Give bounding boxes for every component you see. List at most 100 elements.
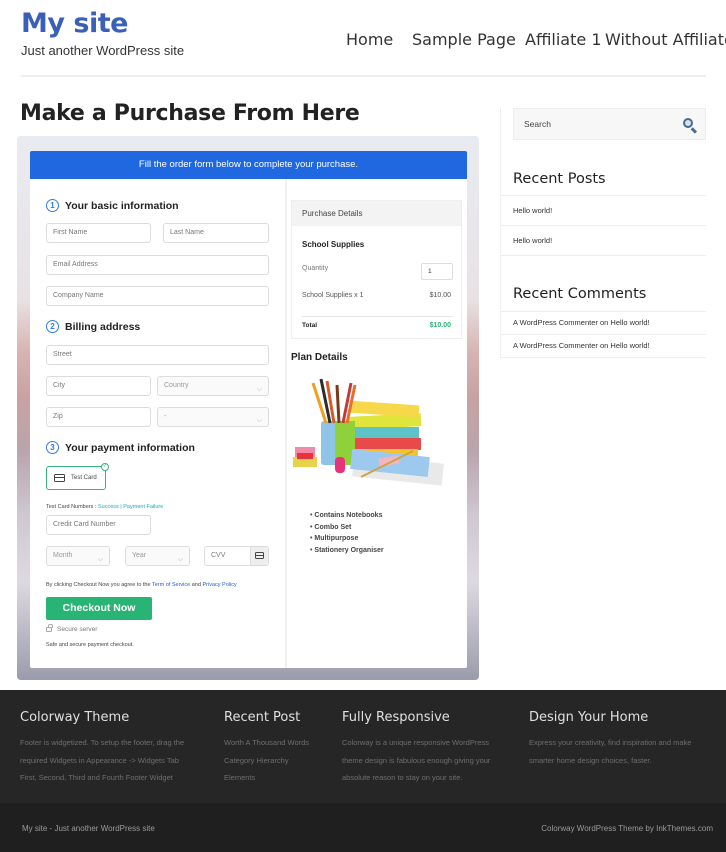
page-title: Make a Purchase From Here xyxy=(20,101,360,126)
cvv-card-icon-box xyxy=(250,547,268,565)
plan-features-list: Contains Notebooks Combo Set Multipurpos… xyxy=(310,512,384,559)
first-name-field[interactable]: First Name xyxy=(46,223,151,243)
chevron-down-icon: ⌵ xyxy=(97,556,103,563)
recent-post-item[interactable]: Hello world! xyxy=(500,195,706,225)
company-field[interactable]: Company Name xyxy=(46,286,269,306)
street-field[interactable]: Street xyxy=(46,345,269,365)
secure-server-text: Secure server xyxy=(57,626,98,633)
check-icon: ✓ xyxy=(101,463,109,471)
terms-link[interactable]: Term of Service xyxy=(152,582,190,588)
month-select[interactable]: Month ⌵ xyxy=(46,546,110,566)
footer-col-title: Fully Responsive xyxy=(342,710,450,725)
footer-site-credit[interactable]: My site - Just another WordPress site xyxy=(22,824,155,833)
total-label: Total xyxy=(302,322,318,329)
test-failure-link[interactable]: Payment Failure xyxy=(123,504,163,510)
footer-bottom-bar: My site - Just another WordPress site Co… xyxy=(0,803,726,852)
footer-line: Colorway is a unique responsive WordPres… xyxy=(342,738,490,747)
chevron-down-icon: ⌵ xyxy=(256,386,262,393)
footer-link[interactable]: Worth A Thousand Words xyxy=(224,734,309,752)
recent-comment-item[interactable]: A WordPress Commenter on Hello world! xyxy=(500,334,706,357)
footer-col-links: Worth A Thousand Words Category Hierarch… xyxy=(224,734,309,787)
footer-col-title: Design Your Home xyxy=(529,710,649,725)
column-divider xyxy=(285,179,287,668)
recent-comment-item[interactable]: A WordPress Commenter on Hello world! xyxy=(500,311,706,334)
footer-line: First, Second, Third and Fourth Footer W… xyxy=(20,773,173,782)
zip-field[interactable]: Zip xyxy=(46,407,151,427)
feature-item: Stationery Organiser xyxy=(310,547,383,559)
school-supplies-image xyxy=(293,378,444,486)
form-banner: Fill the order form below to complete yo… xyxy=(30,151,467,179)
credit-card-icon xyxy=(255,552,264,559)
terms-text: By clicking Checkout Now you agree to th… xyxy=(46,582,237,588)
footer-link[interactable]: Category Hierarchy xyxy=(224,752,309,770)
nav-item-without-affiliate[interactable]: Without Affiliate xyxy=(605,30,726,49)
recent-post-item[interactable]: Hello world! xyxy=(500,225,706,255)
step-number-icon: 2 xyxy=(46,320,59,333)
footer-col-text: Express your creativity, find inspiratio… xyxy=(529,734,691,769)
lock-icon xyxy=(46,624,53,632)
quantity-label: Quantity xyxy=(302,265,329,272)
footer-line: theme design is fabulous enough giving y… xyxy=(342,755,491,765)
credit-card-icon xyxy=(54,474,65,482)
step-number-icon: 1 xyxy=(46,199,59,212)
footer-line: absolute reason to stay on your site. xyxy=(342,773,463,782)
search-placeholder: Search xyxy=(524,119,551,129)
chevron-down-icon: ⌵ xyxy=(177,556,183,563)
search-input[interactable]: Search xyxy=(513,108,706,140)
cvv-placeholder: CVV xyxy=(211,552,226,559)
privacy-link[interactable]: Privacy Policy xyxy=(202,582,236,588)
terms-and: and xyxy=(191,582,201,588)
feature-item: Combo Set xyxy=(310,524,384,536)
footer-col-text: Colorway is a unique responsive WordPres… xyxy=(342,734,490,787)
footer-col-title: Colorway Theme xyxy=(20,710,130,725)
purchase-details-heading: Purchase Details xyxy=(292,201,461,226)
footer-line: Express your creativity, find inspiratio… xyxy=(529,738,692,747)
footer-line: Footer is widgetized. To setup the foote… xyxy=(20,738,185,747)
state-value: - xyxy=(164,413,167,420)
footer-line: smarter home design choices, faster. xyxy=(529,755,652,765)
purchase-details: Purchase Details School Supplies Quantit… xyxy=(291,200,462,339)
widget-divider xyxy=(500,357,706,358)
site-title[interactable]: My site xyxy=(21,8,128,39)
step-title: Your payment information xyxy=(65,441,195,454)
step-billing: 2 Billing address xyxy=(46,320,140,333)
footer-theme-credit[interactable]: Colorway WordPress Theme by InkThemes.co… xyxy=(541,824,713,833)
city-field[interactable]: City xyxy=(46,376,151,396)
purchase-divider xyxy=(302,316,453,317)
footer-link[interactable]: Elements xyxy=(224,769,309,787)
checkout-button[interactable]: Checkout Now xyxy=(46,597,152,620)
month-value: Month xyxy=(53,552,73,559)
payment-method-test-card[interactable]: Test Card ✓ xyxy=(46,463,109,490)
cvv-field[interactable]: CVV xyxy=(204,546,269,566)
card-number-field[interactable]: Credit Card Number xyxy=(46,515,151,535)
footer: Colorway Theme Footer is widgetized. To … xyxy=(0,690,726,803)
footer-col-title: Recent Post xyxy=(224,710,301,725)
feature-item: Contains Notebooks xyxy=(310,512,384,524)
feature-item: Multipurpose xyxy=(310,535,384,547)
step-payment: 3 Your payment information xyxy=(46,441,195,454)
state-select[interactable]: - ⌵ xyxy=(157,407,269,427)
widget-divider xyxy=(500,255,706,256)
site-tagline: Just another WordPress site xyxy=(21,43,185,58)
recent-comments-title: Recent Comments xyxy=(513,286,647,302)
country-value: Country xyxy=(164,382,189,389)
secure-note: Safe and secure payment checkout. xyxy=(46,642,134,648)
step-number-icon: 3 xyxy=(46,441,59,454)
step-basic-info: 1 Your basic information xyxy=(46,199,179,212)
line-item-label: School Supplies x 1 xyxy=(302,292,364,299)
test-card-numbers: Test Card Numbers : Success | Payment Fa… xyxy=(46,504,163,510)
last-name-field[interactable]: Last Name xyxy=(163,223,269,243)
terms-prefix: By clicking Checkout Now you agree to th… xyxy=(46,582,151,588)
country-select[interactable]: Country ⌵ xyxy=(157,376,269,396)
test-success-link[interactable]: Success xyxy=(98,504,119,510)
quantity-input[interactable]: 1 xyxy=(421,263,453,280)
header-divider xyxy=(21,75,706,77)
email-field[interactable]: Email Address xyxy=(46,255,269,275)
footer-col-text: Footer is widgetized. To setup the foote… xyxy=(20,734,184,787)
nav-item-home[interactable]: Home xyxy=(346,30,393,49)
payment-method-label: Test Card xyxy=(71,475,97,481)
year-select[interactable]: Year ⌵ xyxy=(125,546,190,566)
nav-item-sample-page[interactable]: Sample Page xyxy=(412,30,516,49)
search-icon[interactable] xyxy=(683,118,693,128)
nav-item-affiliate-1[interactable]: Affiliate 1 xyxy=(525,30,602,49)
